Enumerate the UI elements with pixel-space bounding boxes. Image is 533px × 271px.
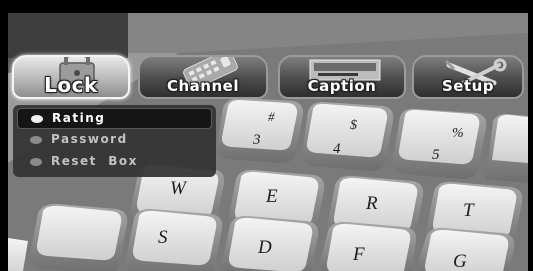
tv-screen: 3 # 4 $ 5 % W E R T S D F G Lock Channel… [0, 0, 533, 271]
menu-item-rating[interactable]: Rating [17, 108, 212, 129]
key-4-label: 4 [333, 141, 341, 157]
key-t-label: T [463, 200, 475, 221]
key-r-label: R [365, 193, 378, 214]
menu-item-reset-box[interactable]: Reset Box [17, 152, 212, 173]
menu-item-password-label: Password [51, 132, 128, 146]
tab-lock-label: Lock [44, 73, 98, 97]
tab-caption[interactable]: Caption [278, 55, 406, 99]
tab-channel-label: Channel [167, 77, 239, 95]
tab-lock[interactable]: Lock [12, 55, 130, 99]
tab-channel[interactable]: Channel [138, 55, 268, 99]
menu-item-reset-box-label: Reset Box [51, 154, 138, 168]
bullet-icon [30, 136, 42, 144]
bullet-icon [31, 115, 43, 123]
key-percent-label: % [452, 126, 464, 141]
key-5-label: 5 [432, 147, 440, 163]
key-e-label: E [265, 186, 278, 207]
key-f-label: F [352, 244, 365, 265]
key-d-label: D [257, 237, 272, 258]
lock-submenu: Rating Password Reset Box [13, 105, 216, 177]
tab-caption-label: Caption [307, 77, 377, 95]
key-dollar-label: $ [350, 118, 357, 133]
menu-overlay-frame: 3 # 4 $ 5 % W E R T S D F G Lock Channel… [8, 13, 528, 271]
tab-setup-label: Setup [441, 77, 495, 95]
menu-item-password[interactable]: Password [17, 130, 212, 151]
key-3-label: 3 [252, 132, 261, 148]
bullet-icon [30, 158, 42, 166]
key-w-label: W [170, 178, 188, 199]
menu-item-rating-label: Rating [52, 111, 106, 125]
top-menu-bar: Lock Channel Caption Setup [8, 55, 528, 101]
key-hash-label: # [268, 109, 275, 124]
key-s-label: S [158, 227, 168, 248]
key-g-label: G [453, 251, 467, 271]
tab-setup[interactable]: Setup [412, 55, 524, 99]
